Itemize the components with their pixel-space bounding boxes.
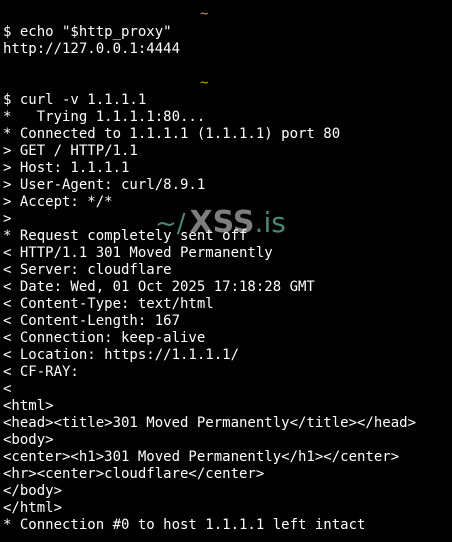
output-line: </body> xyxy=(3,483,63,499)
terminal-window[interactable]: ~ $ echo "$http_proxy" http://127.0.0.1:… xyxy=(0,0,452,542)
output-line: < Connection: keep-alive xyxy=(3,330,206,346)
output-line: </html> xyxy=(3,500,63,516)
command-line: $ curl -v 1.1.1.1 xyxy=(3,92,147,108)
output-line: http://127.0.0.1:4444 xyxy=(3,41,181,57)
output-line: < Date: Wed, 01 Oct 2025 17:18:28 GMT xyxy=(3,279,315,295)
prompt-tilde: ~ xyxy=(200,75,209,91)
watermark-suffix: .is xyxy=(254,206,286,239)
output-line: < xyxy=(3,381,12,397)
output-line: <hr><center>cloudflare</center> xyxy=(3,466,265,482)
command-line: $ echo "$http_proxy" xyxy=(3,24,172,40)
output-line: < Content-Type: text/html xyxy=(3,296,214,312)
output-line: * Connection #0 to host 1.1.1.1 left int… xyxy=(3,517,366,533)
output-line: * Trying 1.1.1.1:80... xyxy=(3,109,206,125)
prompt-tilde: ~ xyxy=(200,6,209,22)
output-line: < Content-Length: 167 xyxy=(3,313,181,329)
output-line: * Request completely sent off xyxy=(3,228,248,244)
output-line: <html> xyxy=(3,398,54,414)
output-line: < CF-RAY: xyxy=(3,364,79,380)
output-line: <center><h1>301 Moved Permanently</h1></… xyxy=(3,449,400,465)
output-line: <body> xyxy=(3,432,54,448)
output-line: > Host: 1.1.1.1 xyxy=(3,160,130,176)
output-line: <head><title>301 Moved Permanently</titl… xyxy=(3,415,417,431)
output-line: > User-Agent: curl/8.9.1 xyxy=(3,177,206,193)
output-line: * Connected to 1.1.1.1 (1.1.1.1) port 80 xyxy=(3,126,341,142)
output-line: > GET / HTTP/1.1 xyxy=(3,143,138,159)
output-line: > xyxy=(3,211,12,227)
output-line: < Location: https://1.1.1.1/ xyxy=(3,347,240,363)
output-line: < HTTP/1.1 301 Moved Permanently xyxy=(3,245,273,261)
output-line: > Accept: */* xyxy=(3,194,113,210)
output-line: < Server: cloudflare xyxy=(3,262,172,278)
